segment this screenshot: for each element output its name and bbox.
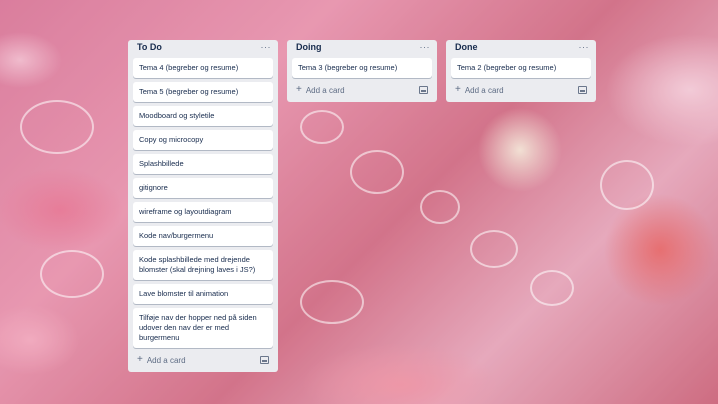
list-header: Done ··· xyxy=(451,40,591,54)
plus-icon: + xyxy=(455,84,461,95)
background-bubble xyxy=(350,150,404,194)
card[interactable]: wireframe og layoutdiagram xyxy=(133,202,273,222)
background-bubble xyxy=(420,190,460,224)
list-title[interactable]: To Do xyxy=(137,42,162,52)
card[interactable]: Tema 2 (begreber og resume) xyxy=(451,58,591,78)
card[interactable]: Lave blomster til animation xyxy=(133,284,273,304)
list-title[interactable]: Done xyxy=(455,42,478,52)
list-title[interactable]: Doing xyxy=(296,42,322,52)
card[interactable]: Kode nav/burgermenu xyxy=(133,226,273,246)
list-done: Done ··· Tema 2 (begreber og resume) + A… xyxy=(446,40,596,102)
background-bubble xyxy=(600,160,654,210)
add-card-label: Add a card xyxy=(146,355,186,365)
background-bubble xyxy=(300,280,364,324)
add-card-row: + Add a card xyxy=(292,84,432,96)
background-bubble xyxy=(40,250,104,298)
background-bubble xyxy=(300,110,344,144)
card[interactable]: Tilføje nav der hopper ned på siden udov… xyxy=(133,308,273,348)
card[interactable]: Moodboard og styletile xyxy=(133,106,273,126)
card-template-icon[interactable] xyxy=(578,86,587,94)
add-card-button[interactable]: + Add a card xyxy=(296,85,345,95)
background-bubble xyxy=(470,230,518,268)
card-template-icon[interactable] xyxy=(260,356,269,364)
list-header: Doing ··· xyxy=(292,40,432,54)
card[interactable]: Tema 3 (begreber og resume) xyxy=(292,58,432,78)
more-horizontal-icon[interactable]: ··· xyxy=(261,42,272,52)
more-horizontal-icon[interactable]: ··· xyxy=(579,42,590,52)
card[interactable]: Copy og microcopy xyxy=(133,130,273,150)
add-card-label: Add a card xyxy=(464,85,504,95)
add-card-label: Add a card xyxy=(305,85,345,95)
card[interactable]: gitignore xyxy=(133,178,273,198)
add-card-row: + Add a card xyxy=(451,84,591,96)
list-header: To Do ··· xyxy=(133,40,273,54)
list-doing: Doing ··· Tema 3 (begreber og resume) + … xyxy=(287,40,437,102)
card[interactable]: Tema 4 (begreber og resume) xyxy=(133,58,273,78)
card[interactable]: Kode splashbillede med drejende blomster… xyxy=(133,250,273,280)
card[interactable]: Splashbillede xyxy=(133,154,273,174)
background-bubble xyxy=(20,100,94,154)
plus-icon: + xyxy=(296,84,302,95)
list-todo: To Do ··· Tema 4 (begreber og resume) Te… xyxy=(128,40,278,372)
card[interactable]: Tema 5 (begreber og resume) xyxy=(133,82,273,102)
card-template-icon[interactable] xyxy=(419,86,428,94)
add-card-button[interactable]: + Add a card xyxy=(137,355,186,365)
plus-icon: + xyxy=(137,354,143,365)
add-card-row: + Add a card xyxy=(133,354,273,366)
background-bubble xyxy=(530,270,574,306)
add-card-button[interactable]: + Add a card xyxy=(455,85,504,95)
more-horizontal-icon[interactable]: ··· xyxy=(420,42,431,52)
